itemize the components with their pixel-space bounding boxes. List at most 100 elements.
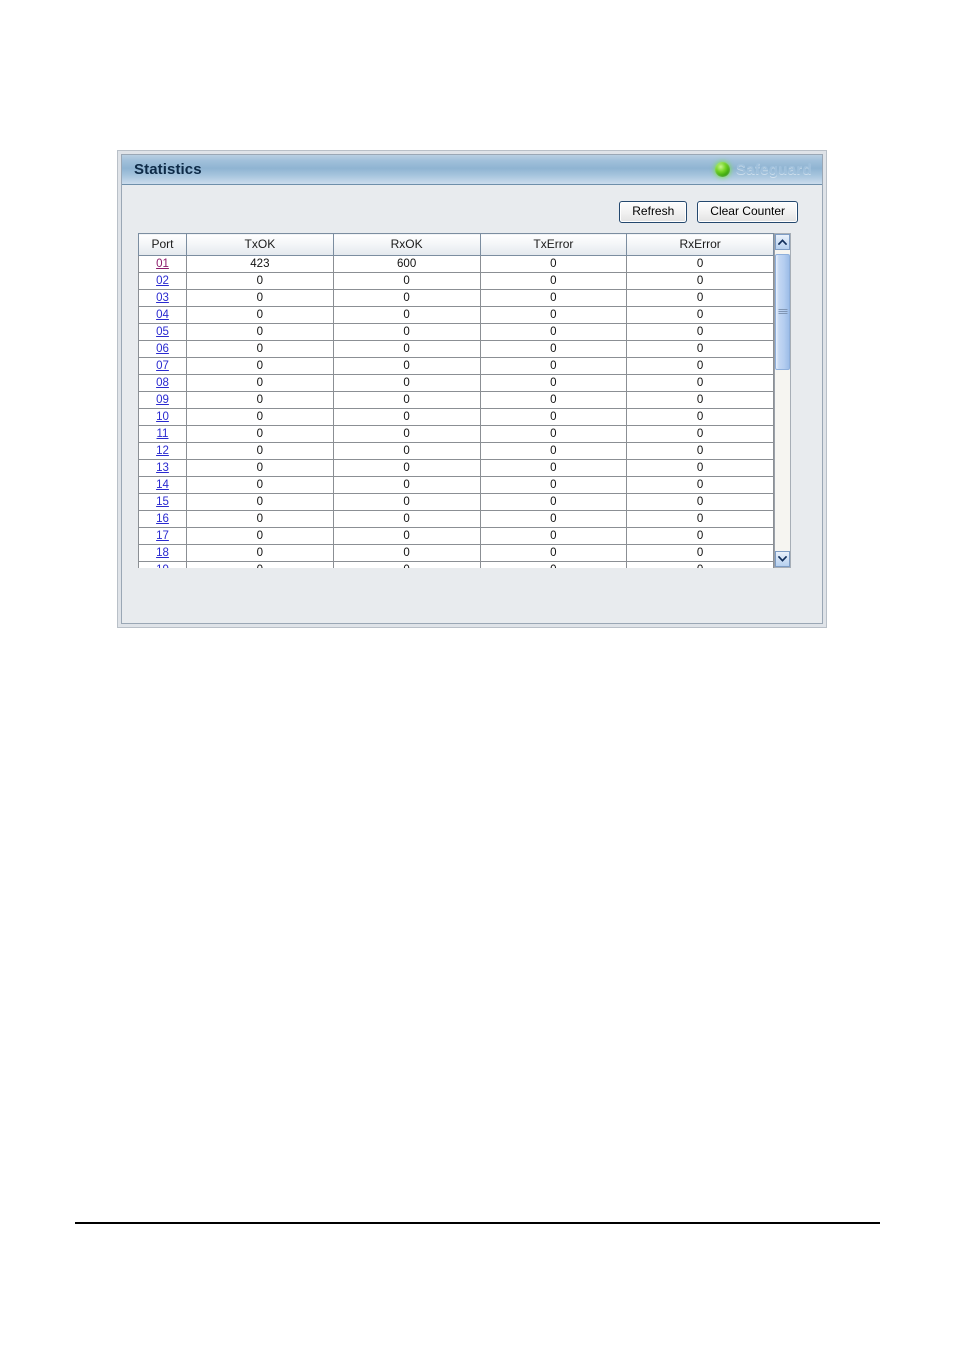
safeguard-indicator: Safeguard: [714, 161, 812, 178]
cell-txok: 0: [186, 357, 334, 375]
port-link[interactable]: 08: [156, 377, 169, 389]
cell-rxok: 0: [332, 323, 481, 341]
cell-rxerror: 0: [626, 493, 774, 511]
port-link[interactable]: 04: [156, 309, 169, 321]
cell-txok: 0: [186, 442, 334, 460]
cell-rxok: 0: [332, 425, 481, 443]
port-link[interactable]: 06: [156, 343, 169, 355]
port-link[interactable]: 14: [156, 479, 169, 491]
scroll-down-button[interactable]: [775, 551, 790, 567]
cell-txok: 423: [186, 255, 334, 273]
table-header-row: Port TxOK RxOK TxError RxError: [138, 233, 774, 256]
safeguard-label: Safeguard: [735, 161, 812, 178]
port-cell: 14: [138, 476, 187, 494]
table-row: 15 0 0 0 0: [138, 493, 774, 511]
table-row: 09 0 0 0 0: [138, 391, 774, 409]
cell-txok: 0: [186, 425, 334, 443]
statistics-window: Statistics Safeguard Refresh Clear Count…: [117, 150, 827, 628]
cell-rxerror: 0: [626, 459, 774, 477]
cell-rxerror: 0: [626, 442, 774, 460]
cell-txerror: 0: [479, 459, 628, 477]
port-link[interactable]: 10: [156, 411, 169, 423]
page-footer-rule: [75, 1222, 880, 1224]
port-cell: 03: [138, 289, 187, 307]
vertical-scrollbar[interactable]: [774, 233, 791, 568]
port-cell: 10: [138, 408, 187, 426]
page-title: Statistics: [134, 161, 202, 178]
port-link[interactable]: 15: [156, 496, 169, 508]
panel-title-bar: Statistics Safeguard: [122, 155, 822, 185]
column-header-txok: TxOK: [186, 233, 334, 256]
cell-txok: 0: [186, 544, 334, 562]
cell-rxok: 0: [332, 476, 481, 494]
port-link[interactable]: 11: [157, 428, 169, 440]
table-row: 17 0 0 0 0: [138, 527, 774, 545]
port-link[interactable]: 07: [156, 360, 169, 372]
cell-rxok: 600: [332, 255, 481, 273]
cell-rxerror: 0: [626, 357, 774, 375]
port-link[interactable]: 02: [156, 275, 169, 287]
table-row: 01 423 600 0 0: [138, 255, 774, 273]
column-header-port: Port: [138, 233, 187, 256]
cell-txerror: 0: [479, 510, 628, 528]
cell-txerror: 0: [479, 544, 628, 562]
port-link[interactable]: 03: [156, 292, 169, 304]
refresh-button[interactable]: Refresh: [619, 201, 688, 223]
green-led-icon: [714, 162, 730, 177]
port-link[interactable]: 16: [156, 513, 169, 525]
table-row: 04 0 0 0 0: [138, 306, 774, 324]
scrollbar-thumb[interactable]: [775, 254, 790, 370]
cell-txok: 0: [186, 323, 334, 341]
scrollbar-track[interactable]: [775, 250, 790, 551]
port-cell: 12: [138, 442, 187, 460]
port-link[interactable]: 18: [156, 547, 169, 559]
table-row: 05 0 0 0 0: [138, 323, 774, 341]
cell-rxerror: 0: [626, 527, 774, 545]
cell-txerror: 0: [479, 323, 628, 341]
port-link[interactable]: 19: [156, 564, 169, 568]
port-cell: 18: [138, 544, 187, 562]
cell-txerror: 0: [479, 425, 628, 443]
cell-rxerror: 0: [626, 561, 774, 568]
cell-rxerror: 0: [626, 323, 774, 341]
port-cell: 07: [138, 357, 187, 375]
cell-txok: 0: [186, 374, 334, 392]
cell-txok: 0: [186, 493, 334, 511]
cell-rxerror: 0: [626, 544, 774, 562]
table-row: 14 0 0 0 0: [138, 476, 774, 494]
port-cell: 17: [138, 527, 187, 545]
cell-txerror: 0: [479, 493, 628, 511]
port-link[interactable]: 01: [156, 258, 169, 270]
port-link[interactable]: 13: [156, 462, 169, 474]
cell-rxok: 0: [332, 340, 481, 358]
cell-rxok: 0: [332, 527, 481, 545]
port-cell: 08: [138, 374, 187, 392]
cell-rxok: 0: [332, 459, 481, 477]
port-link[interactable]: 17: [156, 530, 169, 542]
cell-rxok: 0: [332, 374, 481, 392]
port-link[interactable]: 12: [156, 445, 169, 457]
table-row: 08 0 0 0 0: [138, 374, 774, 392]
port-cell: 05: [138, 323, 187, 341]
port-cell: 11: [138, 425, 187, 443]
cell-txok: 0: [186, 527, 334, 545]
cell-rxerror: 0: [626, 306, 774, 324]
cell-txok: 0: [186, 459, 334, 477]
cell-txerror: 0: [479, 357, 628, 375]
cell-rxerror: 0: [626, 289, 774, 307]
cell-txerror: 0: [479, 374, 628, 392]
table-row: 03 0 0 0 0: [138, 289, 774, 307]
port-cell: 04: [138, 306, 187, 324]
cell-txerror: 0: [479, 340, 628, 358]
cell-txok: 0: [186, 408, 334, 426]
window-inner-frame: Statistics Safeguard Refresh Clear Count…: [121, 154, 823, 624]
port-cell: 01: [138, 255, 187, 273]
table-row: 11 0 0 0 0: [138, 425, 774, 443]
clear-counter-button[interactable]: Clear Counter: [697, 201, 798, 223]
cell-txok: 0: [186, 340, 334, 358]
cell-rxok: 0: [332, 510, 481, 528]
port-link[interactable]: 09: [156, 394, 169, 406]
scroll-up-button[interactable]: [775, 234, 790, 250]
cell-txok: 0: [186, 391, 334, 409]
port-link[interactable]: 05: [156, 326, 169, 338]
